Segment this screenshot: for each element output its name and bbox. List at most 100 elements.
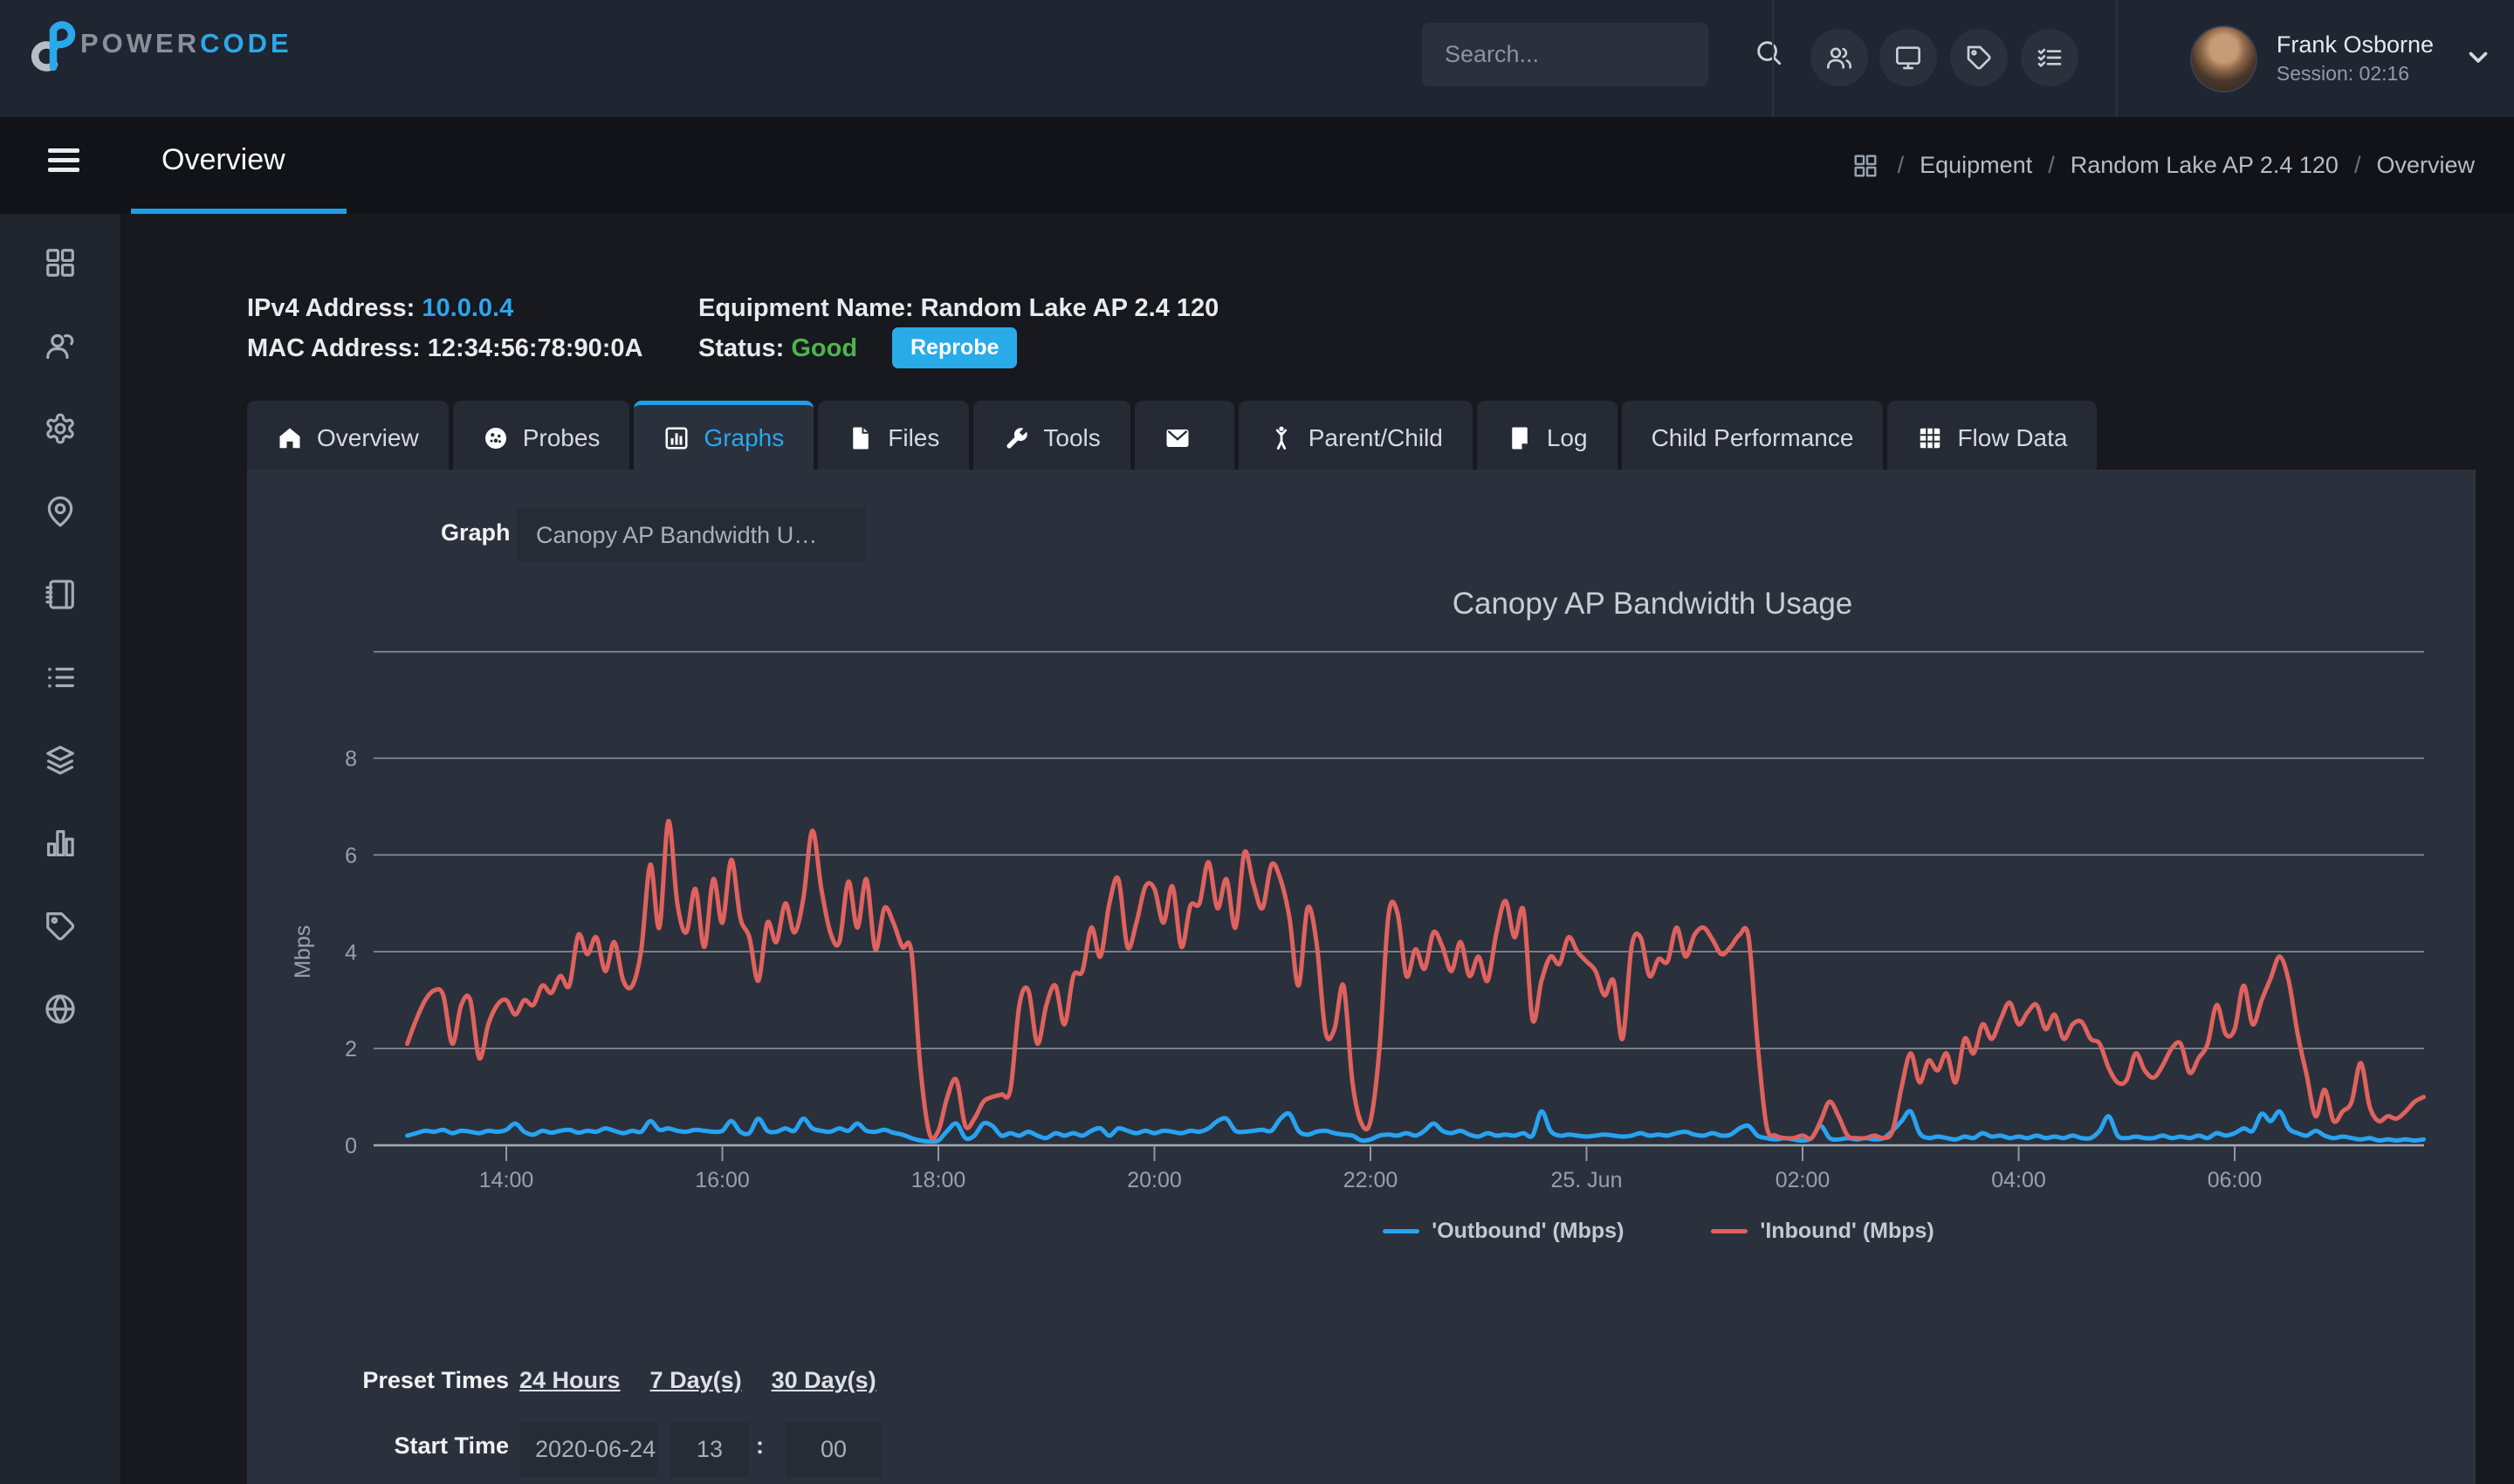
start-hour-input[interactable] (670, 1422, 749, 1477)
svg-text:25. Jun: 25. Jun (1550, 1168, 1622, 1192)
avatar (2190, 25, 2257, 93)
breadcrumb-equipment[interactable]: Equipment (1920, 152, 2032, 179)
customers-button[interactable] (1810, 29, 1868, 86)
monitoring-button[interactable] (1879, 29, 1937, 86)
equipment-tabs: Overview Probes Graphs Files Tools Paren… (247, 401, 2097, 471)
chart-legend: 'Outbound' (Mbps) 'Inbound' (Mbps) (1222, 1219, 2095, 1244)
powercode-logo-mark (21, 16, 77, 72)
sidebar-item-network[interactable] (0, 967, 120, 1050)
top-navbar: POWERCODE (0, 0, 2514, 117)
legend-item-outbound[interactable]: 'Outbound' (Mbps) (1383, 1219, 1624, 1244)
svg-text:8: 8 (345, 747, 357, 772)
svg-text:22:00: 22:00 (1343, 1168, 1398, 1192)
tab-child-performance[interactable]: Child Performance (1622, 401, 1884, 471)
tab-flow-data[interactable]: Flow Data (1887, 401, 2097, 471)
svg-text:2: 2 (345, 1037, 357, 1061)
map-pin-icon (44, 495, 77, 528)
ipv4-value[interactable]: 10.0.0.4 (422, 294, 513, 322)
bandwidth-chart: 02468Mbps14:0016:0018:0020:0022:0025. Ju… (247, 470, 2476, 1207)
outbound-swatch (1383, 1229, 1419, 1233)
navbar-divider (1772, 0, 1774, 117)
tag-icon (44, 910, 77, 943)
tab-log[interactable]: Log (1477, 401, 1618, 471)
tasks-button[interactable] (2021, 29, 2078, 86)
sidebar-item-customers[interactable] (0, 304, 120, 387)
start-minute-input[interactable] (786, 1422, 882, 1477)
tab-graphs[interactable]: Graphs (634, 401, 814, 471)
sidebar-item-inventory[interactable] (0, 553, 120, 636)
gear-icon (44, 412, 77, 445)
dashboard-grid-icon[interactable] (1852, 153, 1879, 179)
search-icon[interactable] (1754, 38, 1783, 72)
page-title: Overview (161, 143, 285, 177)
sidebar-item-tags[interactable] (0, 884, 120, 967)
legend-item-inbound[interactable]: 'Inbound' (Mbps) (1711, 1219, 1934, 1244)
tab-parent-child[interactable]: Parent/Child (1239, 401, 1473, 471)
probes-icon (483, 425, 509, 451)
sidebar-item-lists[interactable] (0, 636, 120, 718)
svg-text:06:00: 06:00 (2208, 1168, 2263, 1192)
breadcrumb-equipment-name[interactable]: Random Lake AP 2.4 120 (2071, 152, 2339, 179)
start-date-input[interactable] (519, 1422, 657, 1477)
tab-tools[interactable]: Tools (973, 401, 1130, 471)
graphs-icon (663, 425, 690, 451)
display-icon (1894, 44, 1922, 72)
search-input[interactable] (1422, 41, 1754, 68)
svg-text:16:00: 16:00 (695, 1168, 750, 1192)
ipv4-label: IPv4 Address: (247, 294, 415, 322)
breadcrumb: / Equipment / Random Lake AP 2.4 120 / O… (1852, 117, 2475, 214)
dashboard-grid-icon (44, 246, 77, 279)
bar-chart-icon (44, 827, 77, 860)
preset-7-days-link[interactable]: 7 Day(s) (650, 1367, 742, 1394)
users-icon (44, 329, 77, 362)
status-value: Good (791, 334, 857, 362)
globe-icon (44, 993, 77, 1026)
sidebar-item-services[interactable] (0, 718, 120, 801)
preset-24-hours-link[interactable]: 24 Hours (519, 1367, 621, 1394)
svg-text:6: 6 (345, 843, 357, 868)
chevron-down-icon[interactable] (2463, 42, 2493, 76)
svg-text:02:00: 02:00 (1776, 1168, 1831, 1192)
sidebar-item-reports[interactable] (0, 801, 120, 884)
layers-icon (44, 744, 77, 777)
user-session: Session: 02:16 (2277, 62, 2434, 86)
table-grid-icon (1917, 425, 1943, 451)
preset-times-label: Preset Times (362, 1367, 509, 1394)
status-label: Status: (698, 334, 784, 362)
hamburger-menu-icon[interactable] (48, 148, 79, 172)
tag-icon (1965, 44, 1993, 72)
mac-value: 12:34:56:78:90:0A (428, 334, 643, 362)
log-document-icon (1507, 425, 1533, 451)
preset-30-days-link[interactable]: 30 Day(s) (772, 1367, 876, 1394)
svg-text:04:00: 04:00 (1991, 1168, 2046, 1192)
powercode-logo[interactable]: POWERCODE (21, 16, 292, 72)
sidebar (0, 214, 120, 1484)
tab-notifiers[interactable] (1135, 401, 1234, 471)
equipment-name-label: Equipment Name: (698, 294, 914, 322)
svg-text:4: 4 (345, 940, 357, 965)
tab-probes[interactable]: Probes (453, 401, 630, 471)
svg-text:18:00: 18:00 (911, 1168, 966, 1192)
sidebar-item-mapping[interactable] (0, 470, 120, 553)
reprobe-button[interactable]: Reprobe (892, 327, 1017, 368)
page-title-underline (131, 209, 347, 214)
breadcrumb-overview[interactable]: Overview (2376, 152, 2475, 179)
sidebar-item-settings[interactable] (0, 387, 120, 470)
sidebar-item-dashboard[interactable] (0, 221, 120, 304)
wrench-icon (1003, 425, 1029, 451)
svg-text:14:00: 14:00 (479, 1168, 534, 1192)
equipment-name-value: Random Lake AP 2.4 120 (921, 294, 1219, 322)
users-icon (1825, 44, 1853, 72)
tab-overview[interactable]: Overview (247, 401, 449, 471)
tags-button[interactable] (1950, 29, 2008, 86)
powercode-logo-text: POWERCODE (80, 28, 292, 59)
list-icon (44, 661, 77, 694)
mac-label: MAC Address: (247, 334, 421, 362)
title-bar: Overview / Equipment / Random Lake AP 2.… (0, 117, 2514, 214)
user-menu[interactable]: Frank Osborne Session: 02:16 (2190, 0, 2493, 117)
user-name: Frank Osborne (2277, 31, 2434, 58)
preset-times-row: Preset Times 24 Hours 7 Day(s) 30 Day(s) (247, 1367, 2476, 1402)
breadcrumb-separator: / (2048, 152, 2055, 179)
navbar-divider (2116, 0, 2118, 117)
tab-files[interactable]: Files (818, 401, 969, 471)
